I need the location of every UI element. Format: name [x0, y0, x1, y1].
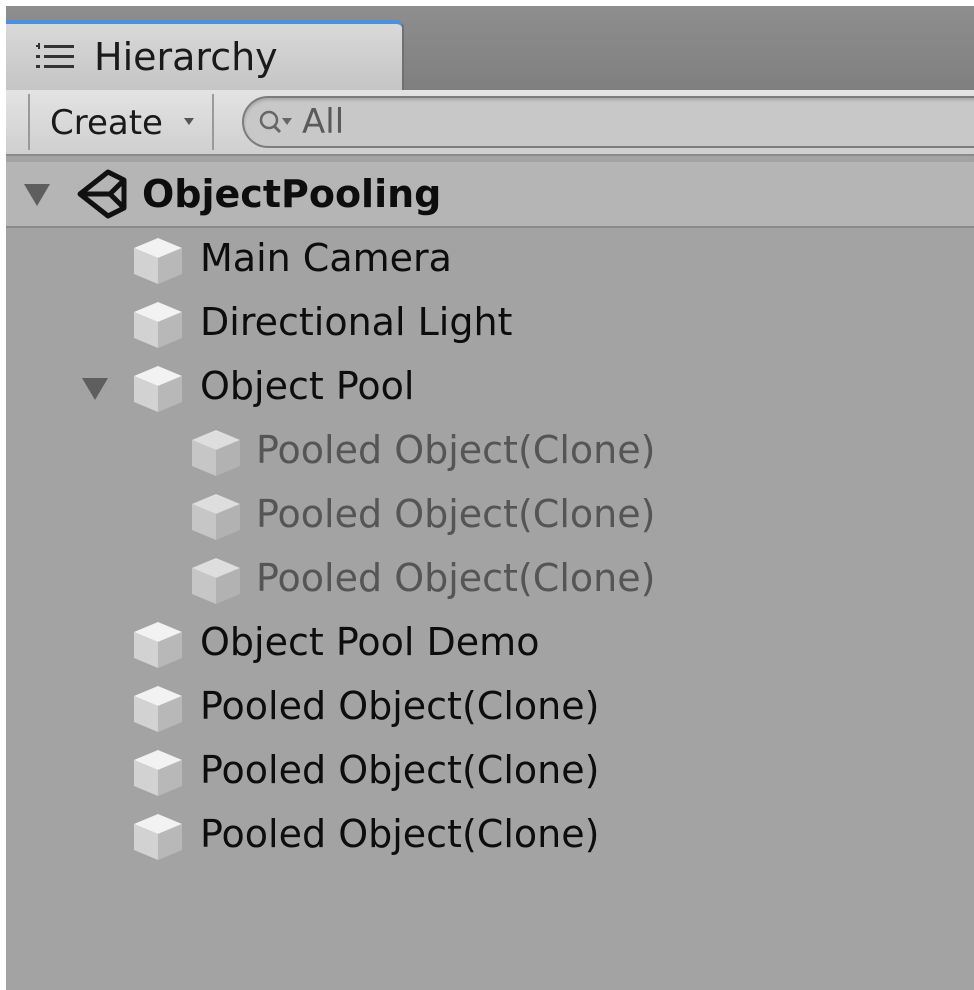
hierarchy-item-pooled-object-inactive[interactable]: Pooled Object(Clone)	[6, 484, 974, 548]
search-filter-icon[interactable]	[258, 108, 298, 136]
hierarchy-item-directional-light[interactable]: Directional Light	[6, 292, 974, 356]
item-label: Pooled Object(Clone)	[200, 812, 600, 856]
hierarchy-item-pooled-object-inactive[interactable]: Pooled Object(Clone)	[6, 548, 974, 612]
tab-strip: Hierarchy	[6, 6, 974, 92]
gameobject-cube-icon	[192, 494, 240, 540]
item-label: Pooled Object(Clone)	[200, 684, 600, 728]
hierarchy-item-pooled-object[interactable]: Pooled Object(Clone)	[6, 804, 974, 868]
hierarchy-item-main-camera[interactable]: Main Camera	[6, 228, 974, 292]
scene-row[interactable]: ObjectPooling	[6, 162, 974, 228]
gameobject-cube-icon	[134, 366, 182, 412]
item-label: Pooled Object(Clone)	[256, 428, 656, 472]
create-label: Create	[50, 103, 163, 143]
tab-hierarchy[interactable]: Hierarchy	[6, 20, 404, 92]
hierarchy-item-pooled-object[interactable]: Pooled Object(Clone)	[6, 740, 974, 804]
hierarchy-list-icon	[36, 43, 74, 68]
hierarchy-window: Hierarchy Create ObjectPo	[6, 6, 974, 990]
hierarchy-item-pooled-object[interactable]: Pooled Object(Clone)	[6, 676, 974, 740]
search-input[interactable]	[302, 102, 942, 142]
gameobject-cube-icon	[134, 622, 182, 668]
item-label: Pooled Object(Clone)	[256, 556, 656, 600]
unity-logo-icon	[77, 169, 127, 219]
hierarchy-item-object-pool-demo[interactable]: Object Pool Demo	[6, 612, 974, 676]
search-field[interactable]	[242, 96, 974, 148]
item-label: Pooled Object(Clone)	[200, 748, 600, 792]
hierarchy-item-pooled-object-inactive[interactable]: Pooled Object(Clone)	[6, 420, 974, 484]
gameobject-cube-icon	[134, 686, 182, 732]
item-label: Main Camera	[200, 236, 452, 280]
tab-title: Hierarchy	[94, 35, 278, 79]
item-label: Object Pool	[200, 364, 415, 408]
gameobject-cube-icon	[134, 814, 182, 860]
create-dropdown-button[interactable]: Create	[28, 94, 214, 150]
gameobject-cube-icon	[134, 302, 182, 348]
hierarchy-toolbar: Create	[6, 90, 974, 156]
gameobject-cube-icon	[134, 238, 182, 284]
dropdown-arrow-icon	[184, 118, 194, 125]
scene-expand-triangle-icon[interactable]	[24, 184, 50, 206]
item-label: Directional Light	[200, 300, 513, 344]
scene-name: ObjectPooling	[142, 172, 442, 216]
hierarchy-item-object-pool[interactable]: Object Pool	[6, 356, 974, 420]
gameobject-cube-icon	[134, 750, 182, 796]
expand-triangle-icon[interactable]	[82, 378, 108, 400]
gameobject-cube-icon	[192, 558, 240, 604]
item-label: Object Pool Demo	[200, 620, 540, 664]
gameobject-cube-icon	[192, 430, 240, 476]
item-label: Pooled Object(Clone)	[256, 492, 656, 536]
